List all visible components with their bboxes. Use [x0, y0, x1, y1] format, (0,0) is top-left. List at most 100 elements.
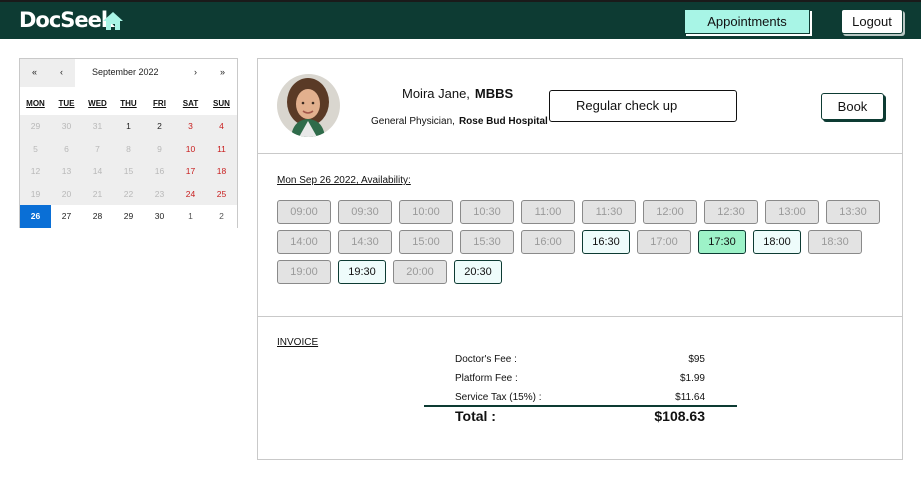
weekday-label: THU: [120, 99, 137, 108]
calendar-nav-shade: [20, 59, 75, 87]
calendar-day[interactable]: 11: [206, 138, 237, 161]
time-slot-button: 16:00: [521, 230, 575, 254]
time-slot-button: 10:30: [460, 200, 514, 224]
next-month-button[interactable]: ›: [194, 67, 197, 77]
invoice-row: Doctor's Fee : $95: [455, 354, 705, 368]
doctor-degree: MBBS: [474, 86, 514, 101]
calendar-day[interactable]: 17: [175, 160, 206, 183]
calendar-weekday-header: MON TUE WED THU FRI SAT SUN: [20, 99, 237, 111]
invoice-row: Service Tax (15%) : $11.64: [455, 392, 705, 406]
calendar-day[interactable]: 7: [82, 138, 113, 161]
calendar-day[interactable]: 2: [144, 115, 175, 138]
calendar-day[interactable]: 5: [20, 138, 51, 161]
first-month-button[interactable]: «: [32, 67, 37, 77]
calendar-nav: « ‹ September 2022 › »: [20, 59, 237, 87]
calendar-day[interactable]: 13: [51, 160, 82, 183]
brand-logo[interactable]: DocSeek: [19, 8, 115, 32]
date-picker-calendar: « ‹ September 2022 › » MON TUE WED THU FRI SA…: [19, 58, 238, 228]
last-month-button[interactable]: »: [220, 67, 225, 77]
calendar-day[interactable]: 10: [175, 138, 206, 161]
time-slot-button: 13:00: [765, 200, 819, 224]
calendar-day[interactable]: 23: [144, 183, 175, 206]
visit-reason-field[interactable]: Regular check up: [549, 90, 737, 122]
invoice-row-amount: $1.99: [679, 373, 705, 384]
calendar-day[interactable]: 19: [20, 183, 51, 206]
time-slot-button[interactable]: 16:30: [582, 230, 630, 254]
time-slot-button: 11:00: [521, 200, 575, 224]
weekday-label: SUN: [213, 99, 230, 108]
top-navbar: DocSeek Appointments Logout: [0, 0, 921, 39]
logout-button[interactable]: Logout: [841, 9, 903, 34]
calendar-day[interactable]: 24: [175, 183, 206, 206]
calendar-day[interactable]: 30: [144, 205, 175, 228]
weekday-label: MON: [26, 99, 45, 108]
doctor-avatar: [277, 74, 340, 137]
doctor-details: General Physician, Rose Bud Hospital: [371, 116, 548, 127]
calendar-day[interactable]: 3: [175, 115, 206, 138]
calendar-day[interactable]: 8: [113, 138, 144, 161]
weekday-label: FRI: [153, 99, 166, 108]
invoice-row-label: Service Tax (15%) :: [455, 392, 542, 403]
calendar-day[interactable]: 2: [206, 205, 237, 228]
time-slot-button: 20:00: [393, 260, 447, 284]
time-slot-button: 15:30: [460, 230, 514, 254]
invoice-row: Platform Fee : $1.99: [455, 373, 705, 387]
doctor-photo: [277, 74, 340, 137]
calendar-day[interactable]: 16: [144, 160, 175, 183]
invoice-total-label: Total :: [455, 408, 496, 424]
time-slot-button: 09:00: [277, 200, 331, 224]
invoice-total-rule: [424, 405, 737, 407]
calendar-day[interactable]: 25: [206, 183, 237, 206]
time-slot-button: 11:30: [582, 200, 636, 224]
invoice-row-label: Doctor's Fee :: [455, 354, 517, 365]
calendar-day[interactable]: 31: [82, 115, 113, 138]
calendar-day[interactable]: 14: [82, 160, 113, 183]
calendar-day[interactable]: 21: [82, 183, 113, 206]
home-icon[interactable]: [102, 11, 124, 31]
prev-month-button[interactable]: ‹: [60, 67, 63, 77]
calendar-day[interactable]: 1: [175, 205, 206, 228]
time-slot-button: 12:00: [643, 200, 697, 224]
booking-card: Moira Jane, MBBS General Physician, Rose B…: [257, 58, 903, 460]
calendar-day[interactable]: 22: [113, 183, 144, 206]
section-divider: [258, 153, 902, 154]
invoice-row-label: Platform Fee :: [455, 373, 518, 384]
calendar-day[interactable]: 30: [51, 115, 82, 138]
section-divider: [258, 316, 902, 317]
calendar-days-grid: 29 30 31 1 2 3 4 5 6 7 8 9 10 11 12 13 14 15 16 17 18 19 20 21 2…: [20, 115, 237, 228]
invoice-total-amount: $108.63: [654, 408, 705, 424]
calendar-day[interactable]: 26: [20, 205, 51, 228]
doctor-name-text: Moira Jane,: [402, 86, 470, 101]
calendar-day[interactable]: 29: [20, 115, 51, 138]
book-button[interactable]: Book: [821, 93, 884, 120]
calendar-day[interactable]: 28: [82, 205, 113, 228]
doctor-name: Moira Jane, MBBS: [402, 86, 513, 101]
time-slot-button: 17:00: [637, 230, 691, 254]
weekday-label: TUE: [58, 99, 75, 108]
time-slot-button[interactable]: 18:00: [753, 230, 801, 254]
time-slot-button: 10:00: [399, 200, 453, 224]
calendar-day[interactable]: 29: [113, 205, 144, 228]
time-slot-button: 09:30: [338, 200, 392, 224]
calendar-day[interactable]: 15: [113, 160, 144, 183]
calendar-day[interactable]: 12: [20, 160, 51, 183]
time-slot-button[interactable]: 17:30: [698, 230, 746, 254]
invoice-row-amount: $95: [688, 354, 705, 365]
time-slot-button[interactable]: 19:30: [338, 260, 386, 284]
invoice-row-amount: $11.64: [675, 392, 705, 403]
calendar-day[interactable]: 20: [51, 183, 82, 206]
weekday-label: WED: [88, 99, 107, 108]
calendar-day[interactable]: 27: [51, 205, 82, 228]
calendar-day[interactable]: 1: [113, 115, 144, 138]
time-slot-button[interactable]: 20:30: [454, 260, 502, 284]
invoice-total: Total : $108.63: [455, 408, 705, 428]
time-slot-button: 15:00: [399, 230, 453, 254]
weekday-label: SAT: [182, 99, 199, 108]
calendar-day[interactable]: 4: [206, 115, 237, 138]
calendar-day[interactable]: 9: [144, 138, 175, 161]
calendar-day[interactable]: 18: [206, 160, 237, 183]
appointments-button[interactable]: Appointments: [684, 9, 810, 34]
time-slot-button: 18:30: [808, 230, 862, 254]
time-slot-button: 13:30: [826, 200, 880, 224]
calendar-day[interactable]: 6: [51, 138, 82, 161]
